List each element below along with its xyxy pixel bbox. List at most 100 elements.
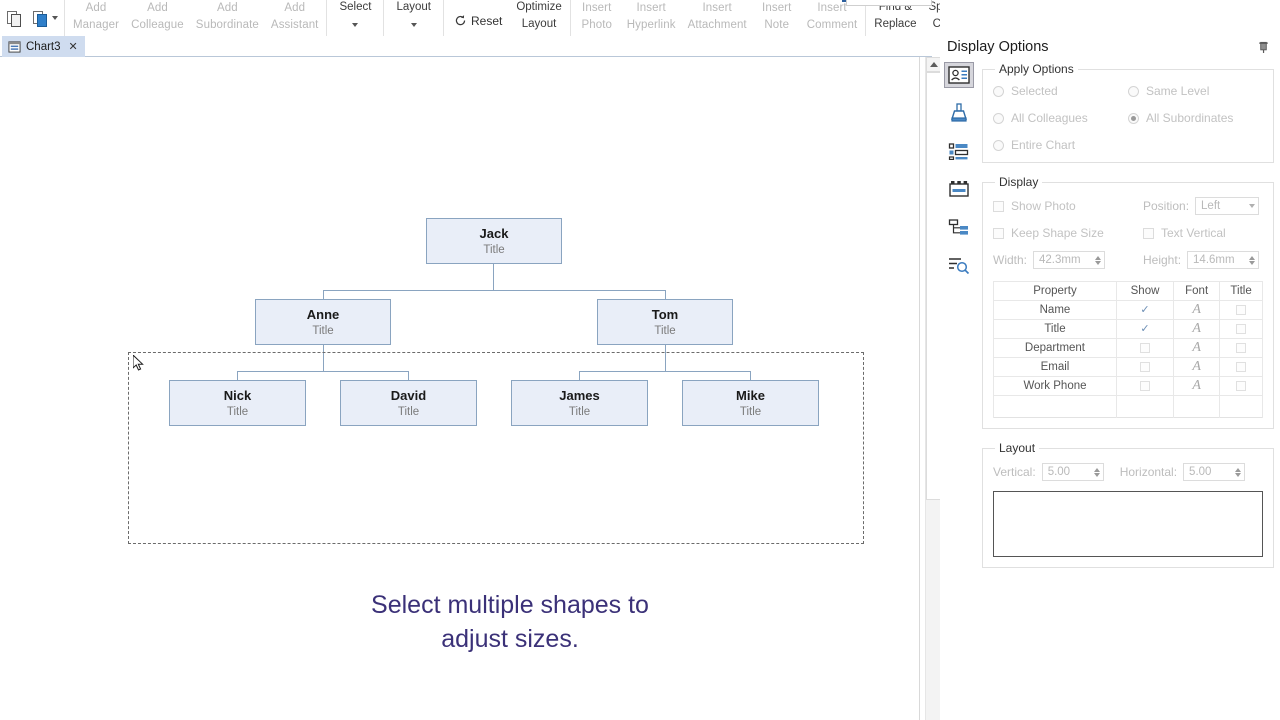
insert-photo-button[interactable]: Insert Photo [573,0,621,36]
font-cell[interactable]: A [1173,357,1221,377]
checkbox-show-photo[interactable]: Show Photo [993,199,1143,213]
org-node-title: Title [397,405,420,418]
insert-note-button[interactable]: Insert Note [753,0,801,36]
optimize-layout-button[interactable]: Optimize Layout [510,0,567,36]
checkbox-icon [1236,304,1247,315]
reset-button[interactable]: Reset [446,0,510,36]
title-cell[interactable] [1219,338,1263,358]
org-node-david[interactable]: David Title [340,380,477,426]
org-node-anne[interactable]: Anne Title [255,299,391,345]
spinner-icon[interactable] [1095,255,1102,265]
height-stepper[interactable]: 14.6mm [1187,251,1260,269]
scrollbar-thumb[interactable] [926,72,941,500]
copy-button[interactable] [2,0,28,36]
radio-all-subordinates[interactable]: All Subordinates [1128,111,1263,125]
rail-button-paint-bucket[interactable] [944,100,974,126]
title-cell[interactable] [1219,357,1263,377]
insert-hyperlink-button[interactable]: Insert Hyperlink [621,0,682,36]
checkbox-icon [1140,361,1151,372]
search-zoom-icon [949,258,970,274]
org-node-name: Jack [479,225,509,241]
org-node-jack[interactable]: Jack Title [426,218,562,264]
show-cell[interactable]: ✓ [1115,300,1175,320]
spinner-icon[interactable] [1093,467,1100,477]
font-cell[interactable]: A [1173,319,1221,339]
column-header-font: Font [1173,281,1221,301]
scrollbar-up-button[interactable] [926,57,941,72]
vertical-stepper[interactable]: 5.00 [1041,463,1104,481]
font-cell[interactable]: A [1173,338,1221,358]
radio-same-level[interactable]: Same Level [1128,84,1263,98]
close-icon[interactable]: ✕ [69,40,78,53]
document-tab-chart3[interactable]: Chart3 ✕ [2,36,85,57]
layout-preview-box[interactable] [993,491,1263,557]
checkbox-label: Show Photo [1011,199,1076,213]
org-node-title: Title [312,324,334,337]
add-manager-button[interactable]: Add Manager [67,0,125,36]
table-row[interactable]: Department A [993,338,1263,358]
org-node-title: Title [739,405,762,418]
radio-entire-chart[interactable]: Entire Chart [993,138,1128,152]
org-node-tom[interactable]: Tom Title [597,299,733,345]
paste-dropdown-caret[interactable] [51,16,58,20]
panel-icon-rail [942,62,976,278]
org-node-name: Tom [651,306,679,322]
rail-button-search-zoom[interactable] [944,252,974,278]
horizontal-stepper[interactable]: 5.00 [1183,463,1246,481]
scrollbar-track[interactable] [926,500,941,720]
show-cell[interactable] [1115,357,1175,377]
add-colleague-button[interactable]: Add Colleague [125,0,190,36]
rail-button-shape-box[interactable] [944,176,974,202]
title-cell[interactable] [1219,319,1263,339]
show-cell[interactable]: ✓ [1115,319,1175,339]
org-node-name: Mike [736,387,765,403]
add-subordinate-button[interactable]: Add Subordinate [190,0,265,36]
rail-button-person-card[interactable] [944,62,974,89]
table-row[interactable]: Work Phone A [993,376,1263,396]
paste-button[interactable] [28,0,62,36]
width-stepper[interactable]: 42.3mm [1033,251,1106,269]
insert-attachment-button[interactable]: Insert Attachment [682,0,753,36]
add-subordinate-line2: Subordinate [195,19,259,31]
radio-selected[interactable]: Selected [993,84,1128,98]
height-value: 14.6mm [1193,254,1235,266]
add-assistant-button[interactable]: Add Assistant [265,0,325,36]
font-cell[interactable]: A [1173,376,1221,396]
reset-label: Reset [470,14,503,28]
table-row[interactable]: Email A [993,357,1263,377]
checkbox-keep-shape-size[interactable]: Keep Shape Size [993,226,1143,240]
org-node-mike[interactable]: Mike Title [682,380,819,426]
show-cell[interactable] [1115,376,1175,396]
rail-button-hierarchy-tree[interactable] [944,214,974,240]
pin-icon[interactable] [1257,41,1270,59]
org-node-name: David [390,387,427,403]
org-node-title: Title [483,243,505,256]
org-node-name: Anne [306,306,340,322]
chart-canvas[interactable]: Jack Title Anne Title Tom Title Nick Tit… [0,57,920,720]
select-dropdown-button[interactable]: Select [329,0,381,36]
radio-label: All Colleagues [1011,111,1088,125]
font-icon: A [1192,340,1201,355]
display-grid: Show Photo Position: Left Keep Shape Siz… [993,197,1263,269]
height-label: Height: [1143,253,1182,267]
table-row[interactable]: Name ✓ A [993,300,1263,320]
position-select[interactable]: Left [1195,197,1260,215]
font-cell[interactable]: A [1173,300,1221,320]
checkbox-text-vertical[interactable]: Text Vertical [1143,226,1263,240]
rail-button-list-layout[interactable] [944,138,974,164]
position-value: Left [1201,200,1221,212]
canvas-vertical-scrollbar[interactable] [925,57,941,720]
radio-dot-icon [1128,112,1139,124]
title-cell[interactable] [1219,300,1263,320]
spinner-icon[interactable] [1235,467,1242,477]
org-node-james[interactable]: James Title [511,380,648,426]
org-node-nick[interactable]: Nick Title [169,380,306,426]
title-cell[interactable] [1219,376,1263,396]
table-row[interactable]: Title ✓ A [993,319,1263,339]
clipped-toolbar-field[interactable] [845,0,932,6]
show-cell[interactable] [1115,338,1175,358]
mouse-cursor-icon [133,355,144,371]
layout-dropdown-button[interactable]: Layout [386,0,441,36]
spinner-icon[interactable] [1249,255,1256,265]
radio-all-colleagues[interactable]: All Colleagues [993,111,1128,125]
